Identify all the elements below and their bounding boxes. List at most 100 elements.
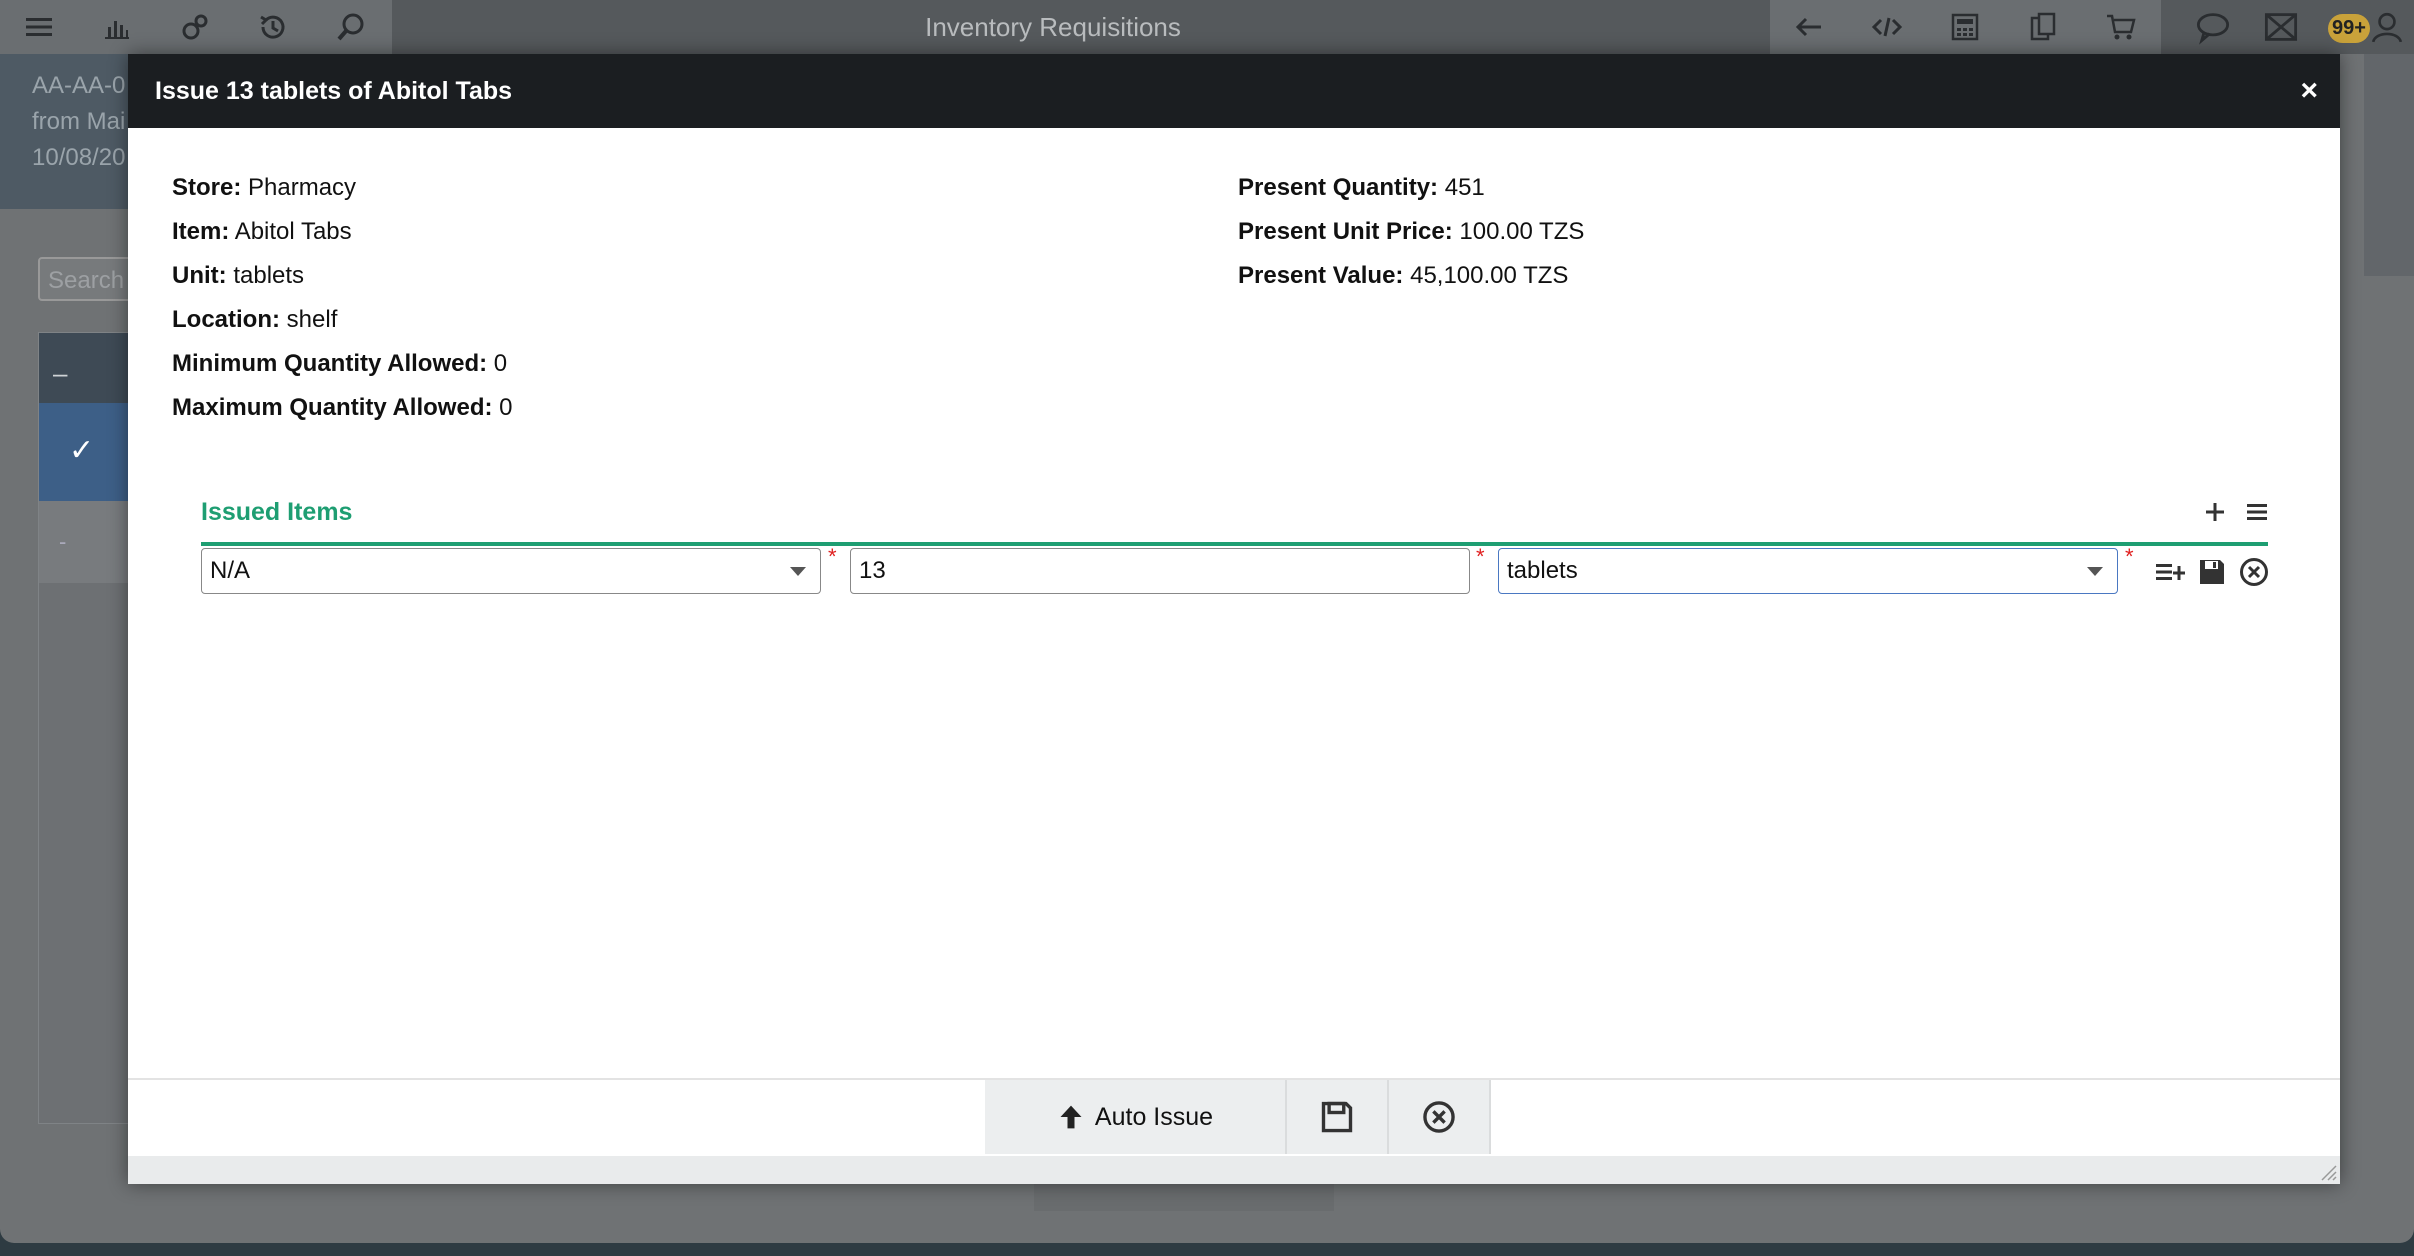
top-left-toolbar xyxy=(0,0,392,54)
chat-icon[interactable] xyxy=(2195,9,2231,45)
required-marker: * xyxy=(2125,544,2134,569)
bar-chart-icon xyxy=(105,21,129,39)
issued-items-title: Issued Items xyxy=(201,498,353,526)
item-details: Store: Pharmacy Item: Abitol Tabs Unit: … xyxy=(172,166,513,430)
save-icon xyxy=(1321,1101,1353,1133)
cancel-icon xyxy=(1423,1101,1455,1133)
dialog-title: Issue 13 tablets of Abitol Tabs xyxy=(155,77,513,105)
hamburger-icon xyxy=(26,18,52,36)
clipboard-button[interactable] xyxy=(2004,0,2082,54)
top-right-toolbar xyxy=(1770,0,2161,54)
background-list: – ✓ - xyxy=(38,332,136,1124)
user-icon[interactable] xyxy=(2370,10,2404,44)
gears-icon xyxy=(182,14,208,40)
app-background: Inventory Requisitions 99+ AA-AA-0 from … xyxy=(0,0,2414,1243)
store-label: Store: xyxy=(172,174,242,201)
unit-select[interactable]: tablets xyxy=(1498,548,2118,594)
save-icon[interactable] xyxy=(2196,556,2228,588)
quantity-input[interactable]: 13 xyxy=(850,548,1470,594)
search-icon xyxy=(337,13,364,41)
item-label: Item: xyxy=(172,218,230,245)
background-right-tools xyxy=(2364,54,2414,276)
arrow-up-icon xyxy=(1060,1105,1082,1129)
resize-handle-icon[interactable] xyxy=(2316,1160,2338,1182)
code-icon xyxy=(1871,17,1903,37)
search-button[interactable] xyxy=(312,0,390,54)
dialog-header: Issue 13 tablets of Abitol Tabs × xyxy=(128,54,2340,128)
history-button[interactable] xyxy=(234,0,312,54)
present-qty-line: Present Quantity: 451 xyxy=(1238,166,1584,210)
section-divider xyxy=(201,542,2268,546)
unit-value: tablets xyxy=(233,262,305,289)
cancel-button[interactable] xyxy=(1389,1080,1491,1154)
auto-issue-button[interactable]: Auto Issue xyxy=(985,1080,1287,1154)
user-tools xyxy=(2195,0,2299,54)
mail-icon[interactable] xyxy=(2263,9,2299,45)
batch-select-value: N/A xyxy=(210,557,251,584)
unit-line: Unit: tablets xyxy=(172,254,513,298)
location-label: Location: xyxy=(172,306,280,333)
chevron-down-icon xyxy=(790,567,806,576)
back-button[interactable] xyxy=(1770,0,1848,54)
save-button[interactable] xyxy=(1287,1080,1389,1154)
quantity-input-value: 13 xyxy=(859,557,886,584)
max-qty-value: 0 xyxy=(499,394,513,421)
calculator-icon xyxy=(1951,13,1979,41)
issue-dialog: Issue 13 tablets of Abitol Tabs × Store:… xyxy=(128,54,2340,1184)
location-value: shelf xyxy=(286,306,338,333)
cancel-icon[interactable] xyxy=(2238,556,2270,588)
unit-price-line: Present Unit Price: 100.00 TZS xyxy=(1238,210,1584,254)
menu-button[interactable] xyxy=(0,0,78,54)
present-value-value: 45,100.00 TZS xyxy=(1410,262,1569,289)
min-qty-line: Minimum Quantity Allowed: 0 xyxy=(172,342,513,386)
unit-price-value: 100.00 TZS xyxy=(1459,218,1585,245)
max-qty-label: Maximum Quantity Allowed: xyxy=(172,394,493,421)
list-icon[interactable] xyxy=(2243,498,2271,526)
unit-price-label: Present Unit Price: xyxy=(1238,218,1453,245)
check-icon: ✓ xyxy=(69,434,95,467)
bg-line-3: 10/08/20 xyxy=(32,144,126,171)
location-line: Location: shelf xyxy=(172,298,513,342)
unit-select-value: tablets xyxy=(1507,557,1578,584)
cart-button[interactable] xyxy=(2082,0,2160,54)
unit-label: Unit: xyxy=(172,262,227,289)
history-icon xyxy=(260,15,285,39)
background-search-input[interactable]: Search xyxy=(38,257,138,301)
item-value: Abitol Tabs xyxy=(234,218,352,245)
bg-list-selected-row[interactable]: ✓ xyxy=(39,403,135,501)
chevron-down-icon xyxy=(2087,567,2103,576)
cart-icon xyxy=(2107,14,2136,40)
footer-buttons: Auto Issue xyxy=(985,1080,1491,1154)
background-record-panel: AA-AA-0 from Mai 10/08/20 xyxy=(0,54,130,209)
close-button[interactable]: × xyxy=(2300,54,2318,128)
issued-items-tools xyxy=(2201,498,2271,526)
insert-row-icon[interactable] xyxy=(2154,556,2186,588)
min-qty-label: Minimum Quantity Allowed: xyxy=(172,350,488,377)
present-qty-value: 451 xyxy=(1444,174,1485,201)
store-line: Store: Pharmacy xyxy=(172,166,513,210)
auto-issue-label: Auto Issue xyxy=(1094,1102,1214,1131)
code-button[interactable] xyxy=(1848,0,1926,54)
dialog-footer: Auto Issue xyxy=(128,1078,2340,1184)
plus-icon[interactable] xyxy=(2201,498,2229,526)
required-marker: * xyxy=(1476,544,1485,569)
store-value: Pharmacy xyxy=(248,174,357,201)
clipboard-icon xyxy=(2030,12,2056,41)
row-actions xyxy=(2154,556,2270,588)
min-qty-value: 0 xyxy=(493,350,508,377)
required-marker: * xyxy=(828,544,837,569)
bg-line-1: AA-AA-0 xyxy=(32,72,126,99)
stock-details: Present Quantity: 451 Present Unit Price… xyxy=(1238,166,1584,298)
footer-strip xyxy=(128,1156,2340,1184)
settings-button[interactable] xyxy=(156,0,234,54)
bg-line-2: from Mai xyxy=(32,108,126,135)
bg-list-row[interactable]: - xyxy=(39,501,135,583)
notification-badge: 99+ xyxy=(2328,14,2370,43)
arrow-left-icon xyxy=(1795,17,1821,37)
batch-select[interactable]: N/A xyxy=(201,548,821,594)
max-qty-line: Maximum Quantity Allowed: 0 xyxy=(172,386,513,430)
present-value-label: Present Value: xyxy=(1238,262,1404,289)
item-line: Item: Abitol Tabs xyxy=(172,210,513,254)
calculator-button[interactable] xyxy=(1926,0,2004,54)
reports-button[interactable] xyxy=(78,0,156,54)
